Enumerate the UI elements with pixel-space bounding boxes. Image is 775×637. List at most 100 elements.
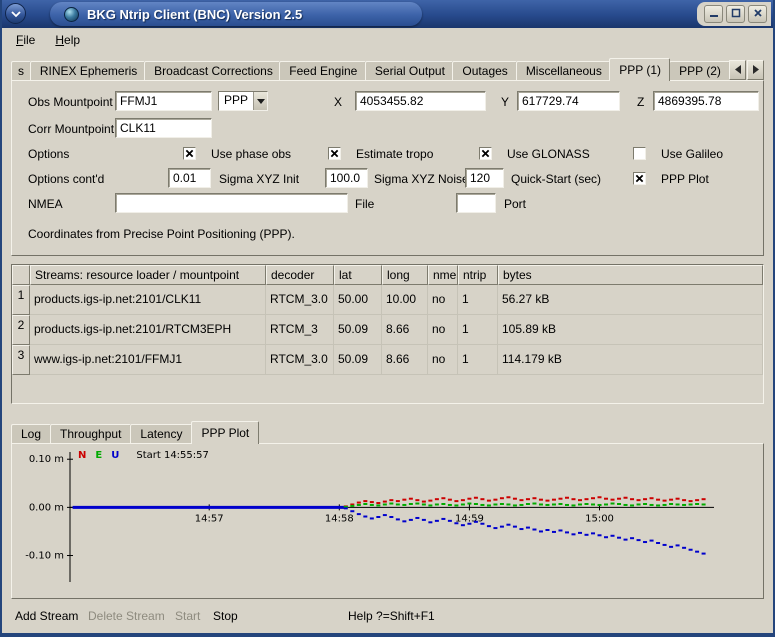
use-glonass-label: Use GLONASS <box>507 147 590 161</box>
estimate-tropo-checkbox[interactable] <box>328 147 341 160</box>
ppp-plot-checkbox[interactable] <box>633 172 646 185</box>
tab-miscellaneous[interactable]: Miscellaneous <box>516 61 610 80</box>
close-button[interactable] <box>748 5 767 23</box>
nmea-file-input[interactable] <box>115 193 348 213</box>
tab-latency[interactable]: Latency <box>130 424 192 443</box>
cell-decoder[interactable]: RTCM_3.0 <box>266 345 334 375</box>
cell-mountpoint[interactable]: products.igs-ip.net:2101/RTCM3EPH <box>30 315 266 345</box>
tab-ppp-1[interactable]: PPP (1) <box>609 58 670 81</box>
options-contd-label: Options cont'd <box>28 172 104 186</box>
table-corner-cell <box>12 265 30 285</box>
row-number[interactable]: 3 <box>12 345 30 375</box>
header-decoder: decoder <box>266 265 334 285</box>
svg-text:14:58: 14:58 <box>325 513 354 524</box>
row-number[interactable]: 1 <box>12 285 30 315</box>
help-shortcut-label: Help ?=Shift+F1 <box>348 609 435 623</box>
cell-ntrip[interactable]: 1 <box>458 315 498 345</box>
svg-text:15:00: 15:00 <box>585 513 614 524</box>
menu-help[interactable]: Help <box>46 31 89 49</box>
cell-long[interactable]: 10.00 <box>382 285 428 315</box>
cell-nmea[interactable]: no <box>428 285 458 315</box>
cell-bytes[interactable]: 105.89 kB <box>498 315 763 345</box>
tab-feed-engine[interactable]: Feed Engine <box>279 61 366 80</box>
ppp-mode-select[interactable]: PPP <box>218 91 268 111</box>
svg-text:-0.10 m: -0.10 m <box>25 551 64 562</box>
cell-mountpoint[interactable]: products.igs-ip.net:2101/CLK11 <box>30 285 266 315</box>
cell-decoder[interactable]: RTCM_3 <box>266 315 334 345</box>
cell-nmea[interactable]: no <box>428 315 458 345</box>
tab-log[interactable]: Log <box>11 424 51 443</box>
stop-button[interactable]: Stop <box>213 609 238 623</box>
header-lat: lat <box>334 265 382 285</box>
cell-bytes[interactable]: 56.27 kB <box>498 285 763 315</box>
cell-long[interactable]: 8.66 <box>382 345 428 375</box>
svg-text:14:59: 14:59 <box>455 513 484 524</box>
minimize-icon <box>709 7 719 21</box>
cell-long[interactable]: 8.66 <box>382 315 428 345</box>
use-phase-obs-checkbox[interactable] <box>183 147 196 160</box>
tab-ppp-plot[interactable]: PPP Plot <box>191 421 259 444</box>
cell-lat[interactable]: 50.09 <box>334 345 382 375</box>
y-coordinate-input[interactable] <box>517 91 620 111</box>
tab-rinex-ephemeris[interactable]: RINEX Ephemeris <box>30 61 145 80</box>
sigma-xyz-init-input[interactable] <box>168 168 211 188</box>
obs-mountpoint-label: Obs Mountpoint <box>28 95 113 109</box>
quick-start-input[interactable] <box>465 168 504 188</box>
header-long: long <box>382 265 428 285</box>
cell-bytes[interactable]: 114.179 kB <box>498 345 763 375</box>
cell-mountpoint[interactable]: www.igs-ip.net:2101/FFMJ1 <box>30 345 266 375</box>
main-content: s RINEX Ephemeris Broadcast Corrections … <box>2 51 773 631</box>
cell-ntrip[interactable]: 1 <box>458 285 498 315</box>
ppp-plot-chart: 0.10 m0.00 m-0.10 m14:5714:5814:5915:00 <box>14 446 764 596</box>
nmea-label: NMEA <box>28 197 63 211</box>
start-button: Start <box>175 609 200 623</box>
minimize-button[interactable] <box>704 5 723 23</box>
maximize-button[interactable] <box>726 5 745 23</box>
nmea-port-input[interactable] <box>456 193 496 213</box>
cell-nmea[interactable]: no <box>428 345 458 375</box>
z-coordinate-input[interactable] <box>653 91 759 111</box>
sigma-xyz-noise-input[interactable] <box>325 168 368 188</box>
cell-decoder[interactable]: RTCM_3.0 <box>266 285 334 315</box>
maximize-icon <box>731 7 741 21</box>
legend-north: N <box>78 450 86 461</box>
use-galileo-label: Use Galileo <box>661 147 723 161</box>
tab-scroll-left-button[interactable] <box>729 60 746 80</box>
tab-serial-output[interactable]: Serial Output <box>365 61 454 80</box>
menu-file[interactable]: File <box>7 31 44 49</box>
row-number[interactable]: 2 <box>12 315 30 345</box>
header-ntrip: ntrip <box>458 265 498 285</box>
y-label: Y <box>501 95 509 109</box>
corr-mountpoint-label: Corr Mountpoint <box>28 122 114 136</box>
tab-outages[interactable]: Outages <box>452 61 516 80</box>
tab-broadcast-corrections[interactable]: Broadcast Corrections <box>144 61 280 80</box>
header-nmea: nmea <box>428 265 458 285</box>
cell-lat[interactable]: 50.00 <box>334 285 382 315</box>
header-mountpoint: Streams: resource loader / mountpoint <box>30 265 266 285</box>
ppp-mode-value: PPP <box>219 92 253 110</box>
titlebar[interactable]: BKG Ntrip Client (BNC) Version 2.5 <box>2 0 773 28</box>
tab-rinex-observations-partial[interactable]: s <box>11 61 31 80</box>
bottom-tabbar: Log Throughput Latency PPP Plot <box>11 420 764 443</box>
cell-lat[interactable]: 50.09 <box>334 315 382 345</box>
cell-ntrip[interactable]: 1 <box>458 345 498 375</box>
x-label: X <box>334 95 342 109</box>
sigma-xyz-noise-label: Sigma XYZ Noise <box>374 172 469 186</box>
legend-up: U <box>111 450 119 461</box>
use-galileo-checkbox[interactable] <box>633 147 646 160</box>
window-menu-button[interactable] <box>5 3 26 24</box>
tab-throughput[interactable]: Throughput <box>50 424 131 443</box>
use-glonass-checkbox[interactable] <box>479 147 492 160</box>
obs-mountpoint-input[interactable] <box>115 91 212 111</box>
streams-table: Streams: resource loader / mountpoint de… <box>11 264 764 404</box>
svg-text:0.00 m: 0.00 m <box>29 502 64 513</box>
x-coordinate-input[interactable] <box>355 91 486 111</box>
tab-scroll-right-button[interactable] <box>747 60 764 80</box>
tab-ppp-2[interactable]: PPP (2) <box>669 61 730 80</box>
ppp-plot-label: PPP Plot <box>661 172 709 186</box>
add-stream-button[interactable]: Add Stream <box>15 609 78 623</box>
table-empty-area <box>12 375 763 403</box>
corr-mountpoint-input[interactable] <box>115 118 212 138</box>
menubar: File Help <box>2 28 773 51</box>
use-phase-obs-label: Use phase obs <box>211 147 291 161</box>
